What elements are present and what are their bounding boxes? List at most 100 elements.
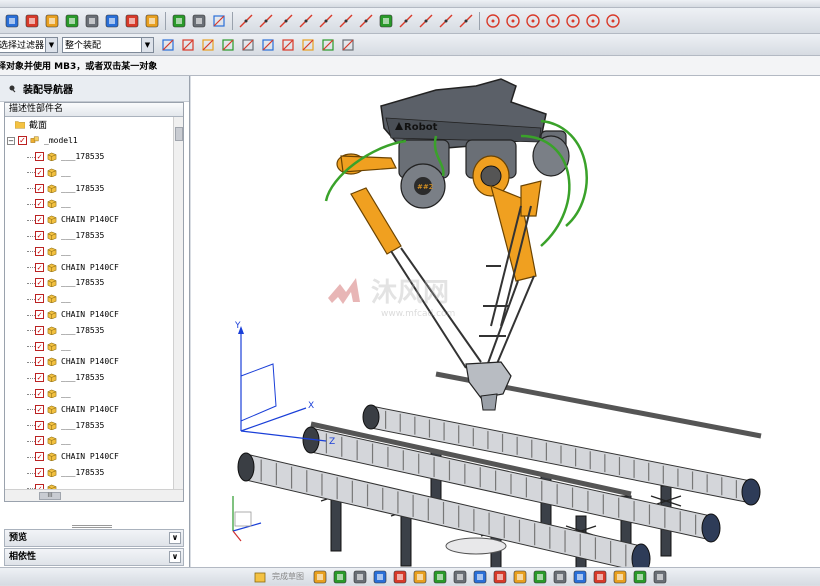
- parallel-icon[interactable]: [277, 12, 295, 30]
- sketch-spline-icon[interactable]: [451, 568, 469, 586]
- visibility-checkbox[interactable]: ✓: [35, 420, 44, 430]
- snap-control-icon[interactable]: [199, 36, 217, 54]
- line-icon[interactable]: [237, 12, 255, 30]
- tree-node-component[interactable]: ✓ CHAIN P140CF: [5, 449, 183, 465]
- tree-node-component[interactable]: ✓ ___178535: [5, 149, 183, 165]
- sketch-pattern-icon[interactable]: [571, 568, 589, 586]
- sketch-trim-icon[interactable]: [491, 568, 509, 586]
- blue-bottle-icon[interactable]: [143, 12, 161, 30]
- tree-node-model[interactable]: − ✓ _model1: [5, 133, 183, 149]
- spline-icon[interactable]: [317, 12, 335, 30]
- tree-node-component[interactable]: ✓ ___178535: [5, 465, 183, 481]
- sketch-dimension-icon[interactable]: [611, 568, 629, 586]
- circle-target-icon-2[interactable]: [504, 12, 522, 30]
- visibility-checkbox[interactable]: ✓: [35, 436, 44, 446]
- visibility-checkbox[interactable]: ✓: [35, 262, 44, 272]
- tree-node-component[interactable]: ✓ ___178535: [5, 180, 183, 196]
- angle-icon[interactable]: [257, 12, 275, 30]
- view-triad-icon[interactable]: [232, 496, 262, 542]
- visibility-checkbox[interactable]: ✓: [35, 341, 44, 351]
- move-icon[interactable]: [103, 12, 121, 30]
- tree-node-component[interactable]: ✓ CHAIN P140CF: [5, 259, 183, 275]
- snap-mid-icon[interactable]: [179, 36, 197, 54]
- visibility-checkbox[interactable]: ✓: [35, 199, 44, 209]
- snap-quadrant-icon[interactable]: [259, 36, 277, 54]
- sketch-arc-icon[interactable]: [351, 568, 369, 586]
- visibility-checkbox[interactable]: ✓: [35, 452, 44, 462]
- circle-target-icon-3[interactable]: [524, 12, 542, 30]
- tree-node-component[interactable]: ✓ ___178535: [5, 370, 183, 386]
- sketch-display-icon[interactable]: [631, 568, 649, 586]
- tree-node-component[interactable]: ✓ __: [5, 196, 183, 212]
- visibility-checkbox[interactable]: ✓: [35, 373, 44, 383]
- sketch-circle-icon[interactable]: [371, 568, 389, 586]
- sketch-fillet-icon[interactable]: [391, 568, 409, 586]
- sheet-icon[interactable]: [123, 12, 141, 30]
- visibility-checkbox[interactable]: ✓: [35, 167, 44, 177]
- snap-icon[interactable]: [210, 12, 228, 30]
- tree-node-component[interactable]: ✓ __: [5, 243, 183, 259]
- tool-icon[interactable]: [190, 12, 208, 30]
- tree-node-component[interactable]: ✓ ___178535: [5, 275, 183, 291]
- selection-scope-dropdown[interactable]: 整个装配 ▼: [62, 36, 154, 53]
- sketch-offset-icon[interactable]: [471, 568, 489, 586]
- tree-node-component[interactable]: ✓ __: [5, 433, 183, 449]
- visibility-checkbox[interactable]: ✓: [18, 136, 27, 146]
- sketch-mirror-icon[interactable]: [551, 568, 569, 586]
- circle-target-icon[interactable]: [484, 12, 502, 30]
- dependency-section[interactable]: 相依性 ∨: [4, 548, 184, 566]
- component-icon[interactable]: [63, 12, 81, 30]
- layer-icon[interactable]: [3, 12, 21, 30]
- panel-splitter[interactable]: [72, 525, 112, 528]
- sketch-constraint-icon[interactable]: [591, 568, 609, 586]
- tree-node-component[interactable]: ✓ CHAIN P140CF: [5, 401, 183, 417]
- visibility-checkbox[interactable]: ✓: [35, 309, 44, 319]
- scroll-thumb-horizontal[interactable]: III: [39, 492, 61, 500]
- sketch-point-icon[interactable]: [311, 568, 329, 586]
- visibility-checkbox[interactable]: ✓: [35, 230, 44, 240]
- sketch-line-icon[interactable]: [331, 568, 349, 586]
- sketch-more-icon[interactable]: [651, 568, 669, 586]
- snap-end-icon[interactable]: [159, 36, 177, 54]
- tree-node-component[interactable]: ✓ __: [5, 291, 183, 307]
- visibility-checkbox[interactable]: ✓: [35, 388, 44, 398]
- visibility-checkbox[interactable]: ✓: [35, 215, 44, 225]
- trim-icon[interactable]: [417, 12, 435, 30]
- circle-target-icon-4[interactable]: [544, 12, 562, 30]
- visibility-checkbox[interactable]: ✓: [35, 294, 44, 304]
- tree-node-section[interactable]: 截面: [5, 117, 183, 133]
- snap-grid-icon[interactable]: [319, 36, 337, 54]
- collapse-icon[interactable]: −: [7, 136, 15, 145]
- visibility-checkbox[interactable]: ✓: [35, 278, 44, 288]
- visibility-checkbox[interactable]: ✓: [35, 404, 44, 414]
- tree-node-component[interactable]: ✓ CHAIN P140CF: [5, 212, 183, 228]
- sketch-extend-icon[interactable]: [511, 568, 529, 586]
- chevron-down-icon[interactable]: ▼: [45, 37, 57, 52]
- tree-node-component[interactable]: ✓ ___178535: [5, 322, 183, 338]
- snap-box-icon[interactable]: [339, 36, 357, 54]
- snap-center-icon[interactable]: [239, 36, 257, 54]
- sketch-poly-icon[interactable]: [431, 568, 449, 586]
- intersect-icon[interactable]: [357, 12, 375, 30]
- extend-icon[interactable]: [457, 12, 475, 30]
- visibility-checkbox[interactable]: ✓: [35, 183, 44, 193]
- snap-tangent-icon[interactable]: [299, 36, 317, 54]
- visibility-checkbox[interactable]: ✓: [35, 246, 44, 256]
- pin-icon[interactable]: [8, 84, 17, 93]
- vertical-scrollbar[interactable]: [173, 117, 183, 490]
- visibility-checkbox[interactable]: ✓: [35, 467, 44, 477]
- pen-icon[interactable]: [170, 12, 188, 30]
- tree-node-component[interactable]: ✓ __: [5, 338, 183, 354]
- tag-icon[interactable]: [43, 12, 61, 30]
- snap-intersect-icon[interactable]: [219, 36, 237, 54]
- tree-node-component[interactable]: ✓ ___178535: [5, 228, 183, 244]
- selection-filter-dropdown[interactable]: 选择过滤器 ▼: [0, 36, 58, 53]
- model-render[interactable]: Robot ##2 沐风网 www.mfcad.com Y X Z: [191, 76, 820, 567]
- curve-icon[interactable]: [337, 12, 355, 30]
- tree-node-component[interactable]: ✓ CHAIN P140CF: [5, 307, 183, 323]
- circle-target-icon-5[interactable]: [564, 12, 582, 30]
- snap-point-icon[interactable]: [279, 36, 297, 54]
- scroll-thumb[interactable]: [175, 127, 183, 141]
- circle-target-icon-6[interactable]: [584, 12, 602, 30]
- column-header[interactable]: 描述性部件名: [5, 103, 183, 117]
